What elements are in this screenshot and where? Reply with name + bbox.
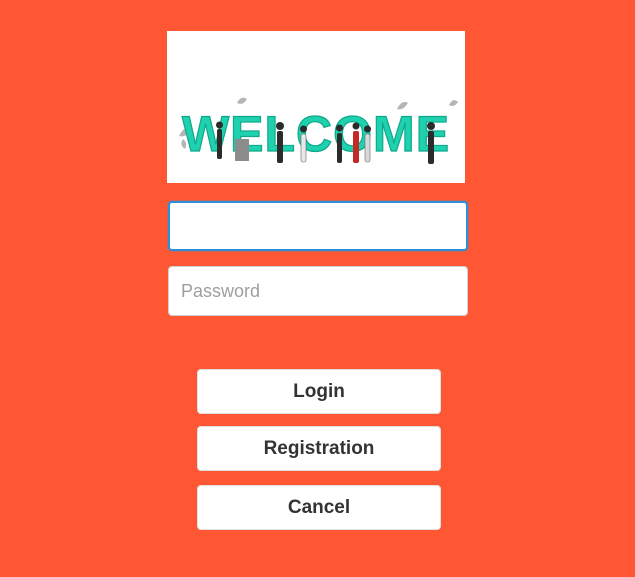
welcome-banner-image: WELCOME [167,31,465,183]
welcome-text-art: WELCOME [181,105,450,162]
banner-welcome-text: WELCOME [182,106,450,162]
username-input[interactable] [168,201,468,251]
cancel-button[interactable]: Cancel [197,485,441,530]
registration-button[interactable]: Registration [197,426,441,471]
password-input[interactable] [168,266,468,316]
welcome-illustration: WELCOME [179,97,458,164]
login-button[interactable]: Login [197,369,441,414]
